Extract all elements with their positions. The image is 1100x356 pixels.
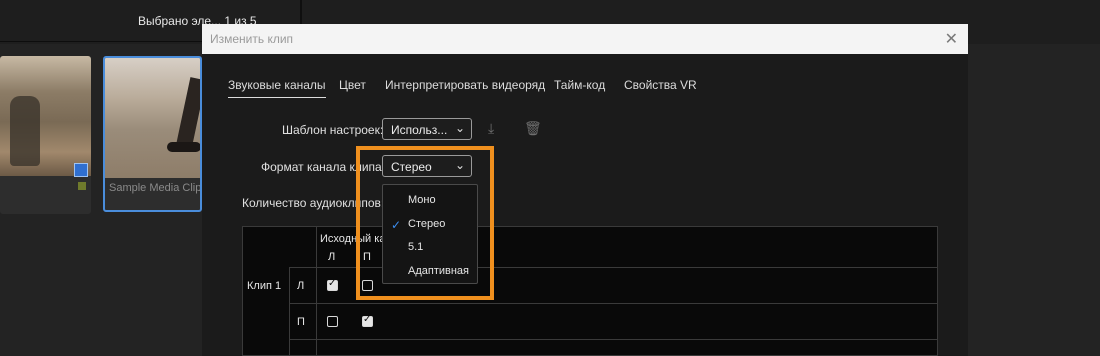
- label-color-icon: [78, 182, 86, 190]
- dialog-title: Изменить клип: [210, 32, 294, 46]
- multicam-badge-icon: [74, 163, 88, 177]
- preset-label: Шаблон настроек:: [282, 123, 384, 137]
- channel-mapping-table: Исходный ка Л П Клип 1 Л П: [242, 226, 938, 356]
- modify-clip-dialog: Изменить клип ✕ Звуковые каналы Цвет Инт…: [202, 24, 968, 356]
- delete-preset-icon[interactable]: 🗑: [524, 120, 542, 137]
- tab-timecode[interactable]: Тайм-код: [554, 78, 605, 92]
- panel-border: [0, 41, 202, 42]
- thumbnail-figure: [10, 96, 40, 166]
- close-icon[interactable]: ✕: [945, 29, 958, 49]
- table-divider: [289, 303, 937, 304]
- preset-value: Использ...: [391, 123, 448, 137]
- map-checkbox-r-r[interactable]: [362, 314, 373, 327]
- clip-label: Клип 1: [247, 280, 282, 292]
- tab-vr-properties[interactable]: Свойства VR: [624, 78, 697, 92]
- tab-interpret-footage[interactable]: Интерпретировать видеоряд: [385, 78, 545, 92]
- preset-select[interactable]: Использ... ⌄: [382, 118, 472, 140]
- tab-color[interactable]: Цвет: [339, 78, 366, 92]
- row-label-left: Л: [297, 280, 305, 292]
- highlight-frame: [356, 146, 494, 300]
- row-label-right: П: [297, 316, 305, 328]
- table-divider: [289, 267, 290, 355]
- tab-audio-channels[interactable]: Звуковые каналы: [228, 78, 326, 98]
- media-thumbnail[interactable]: [0, 56, 91, 214]
- panel-divider: [300, 0, 302, 24]
- thumbnail-label: Sample Media Clip: [109, 182, 202, 194]
- map-checkbox-l-l[interactable]: [327, 278, 338, 291]
- column-header-left: Л: [328, 251, 336, 263]
- table-divider: [289, 339, 937, 340]
- chevron-down-icon: ⌄: [454, 121, 465, 135]
- map-checkbox-r-l[interactable]: [327, 316, 338, 327]
- save-preset-icon[interactable]: ⤓: [488, 120, 494, 137]
- media-thumbnail-selected[interactable]: Sample Media Clip: [103, 56, 202, 212]
- thumbnail-skateboard: [167, 142, 200, 152]
- dialog-titlebar: Изменить клип ✕: [202, 24, 968, 54]
- table-divider: [316, 227, 317, 355]
